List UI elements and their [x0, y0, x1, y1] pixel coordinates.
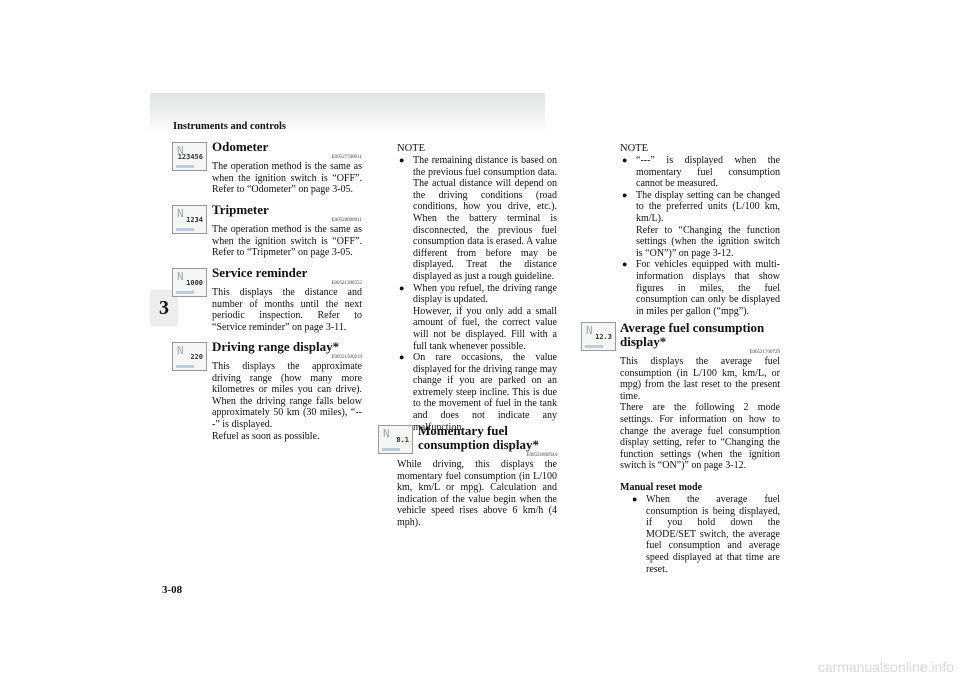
section-title: Odometer: [212, 139, 269, 154]
average-fuel-display-icon: N 12.3: [581, 322, 616, 351]
section-code: E00528000011: [331, 218, 362, 223]
driving-range-display-icon: N 220: [172, 342, 207, 371]
section-title: Driving range display*: [212, 339, 340, 354]
running-header: Instruments and controls: [173, 121, 286, 132]
note-item-continued: However, if you only add a small amount …: [413, 305, 557, 352]
note-driving-range: NOTE The remaining distance is based on …: [397, 143, 557, 433]
section-momentary-fuel: Momentary fuel consumption display*: [418, 424, 557, 452]
note-label: NOTE: [397, 143, 425, 154]
note-momentary-fuel: NOTE “---” is displayed when the momenta…: [620, 143, 780, 317]
section-odometer: Odometer E00527700011 The operation meth…: [212, 140, 362, 196]
momentary-fuel-display-icon: N 8.1: [378, 425, 413, 454]
section-tripmeter: Tripmeter E00528000011 The operation met…: [212, 203, 362, 259]
note-item: The remaining distance is based on the p…: [397, 155, 557, 283]
watermark: carmanualsonline.info: [817, 659, 954, 675]
note-item: On rare occasions, the value displayed f…: [397, 352, 557, 433]
section-service-reminder: Service reminder E00521300552 This displ…: [212, 266, 362, 333]
section-body: This displays the average fuel consumpti…: [620, 356, 780, 402]
note-item: “---” is displayed when the momentary fu…: [620, 155, 780, 190]
section-code: E00527700011: [331, 155, 362, 160]
section-code: E00521500219: [331, 355, 362, 360]
section-code: E00521800544: [526, 453, 557, 458]
section-title: Tripmeter: [212, 202, 269, 217]
section-momentary-fuel-body: E00521800544 While driving, this display…: [397, 452, 557, 529]
odometer-display-icon: N 123456: [172, 142, 207, 171]
section-body: This displays the distance and number of…: [212, 287, 362, 333]
section-code: E00521700729: [749, 350, 780, 355]
tripmeter-display-icon: N 1234: [172, 205, 207, 234]
manual-reset-heading: Manual reset mode: [620, 481, 703, 493]
note-item: When you refuel, the driving range displ…: [397, 283, 557, 306]
section-body: The operation method is the same as when…: [212, 161, 362, 196]
manual-reset-item: When the average fuel consumption is bei…: [630, 494, 780, 575]
note-item: For vehicles equipped with multi-informa…: [620, 259, 780, 317]
section-body: While driving, this displays the momenta…: [397, 459, 557, 528]
section-body: The operation method is the same as when…: [212, 224, 362, 259]
section-title: Average fuel consumption display*: [620, 320, 765, 349]
note-item: The display setting can be changed to th…: [620, 190, 780, 225]
section-body-2: There are the following 2 mode settings.…: [620, 402, 780, 472]
section-driving-range: Driving range display* E00521500219 This…: [212, 340, 362, 442]
section-code: E00521300552: [331, 281, 362, 286]
service-reminder-display-icon: N 1000: [172, 268, 207, 297]
section-average-fuel: Average fuel consumption display* E00521…: [620, 321, 780, 575]
page-number: 3-08: [162, 584, 183, 596]
note-label: NOTE: [620, 143, 648, 154]
note-item-continued: Refer to “Changing the function settings…: [636, 224, 780, 259]
section-title: Service reminder: [212, 265, 308, 280]
section-body: This displays the approximate driving ra…: [212, 361, 362, 430]
section-title: Momentary fuel consumption display*: [418, 423, 540, 452]
section-body-2: Refuel as soon as possible.: [212, 430, 320, 442]
